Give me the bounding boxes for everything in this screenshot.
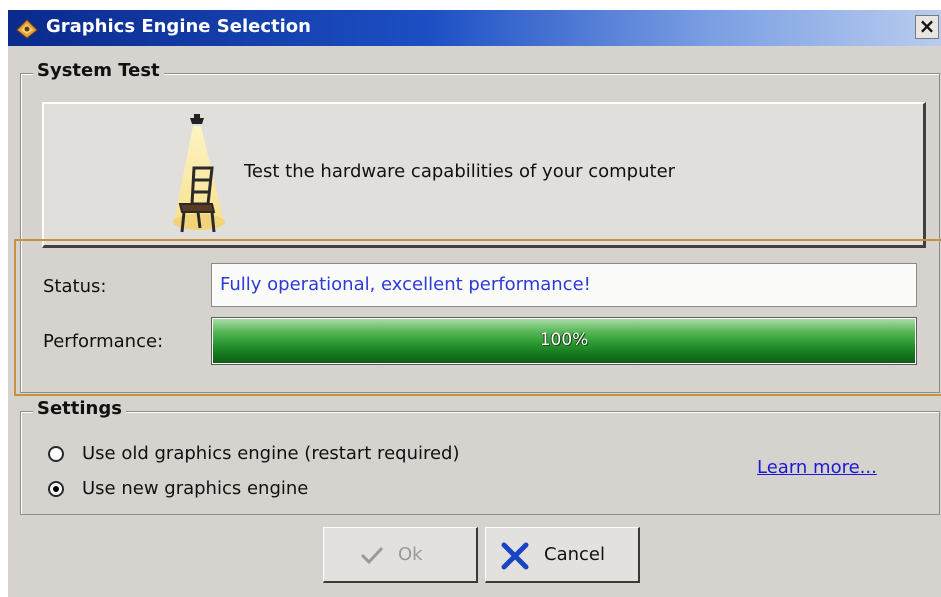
dialog-window: Graphics Engine Selection × System Test — [8, 10, 941, 597]
performance-progress-bar: 100% — [211, 317, 917, 365]
status-label: Status: — [43, 276, 107, 297]
performance-label: Performance: — [43, 331, 164, 352]
test-hardware-button[interactable]: Test the hardware capabilities of your c… — [42, 102, 926, 248]
radio-new-engine-label[interactable]: Use new graphics engine — [82, 478, 308, 499]
radio-new-engine-button[interactable] — [48, 481, 64, 497]
title-bar[interactable]: Graphics Engine Selection × — [8, 10, 941, 46]
radio-old-engine-label[interactable]: Use old graphics engine (restart require… — [82, 443, 460, 464]
cancel-button-label: Cancel — [544, 544, 605, 565]
system-test-legend: System Test — [33, 60, 164, 81]
window-title: Graphics Engine Selection — [46, 16, 311, 37]
ok-button-label: Ok — [398, 544, 423, 565]
radio-old-engine-button[interactable] — [48, 446, 64, 462]
settings-legend: Settings — [33, 398, 126, 419]
learn-more-link[interactable]: Learn more... — [757, 457, 877, 478]
close-button[interactable]: × — [915, 15, 939, 39]
test-button-label: Test the hardware capabilities of your c… — [244, 161, 676, 182]
x-icon — [500, 542, 530, 575]
spotlight-chair-icon — [172, 112, 242, 240]
cancel-button[interactable]: Cancel — [485, 527, 640, 583]
status-field: Fully operational, excellent performance… — [211, 263, 917, 307]
checkmark-icon — [360, 545, 384, 570]
graphics-engine-icon — [14, 16, 40, 40]
ok-button[interactable]: Ok — [323, 527, 478, 583]
performance-progress-text: 100% — [539, 330, 589, 350]
